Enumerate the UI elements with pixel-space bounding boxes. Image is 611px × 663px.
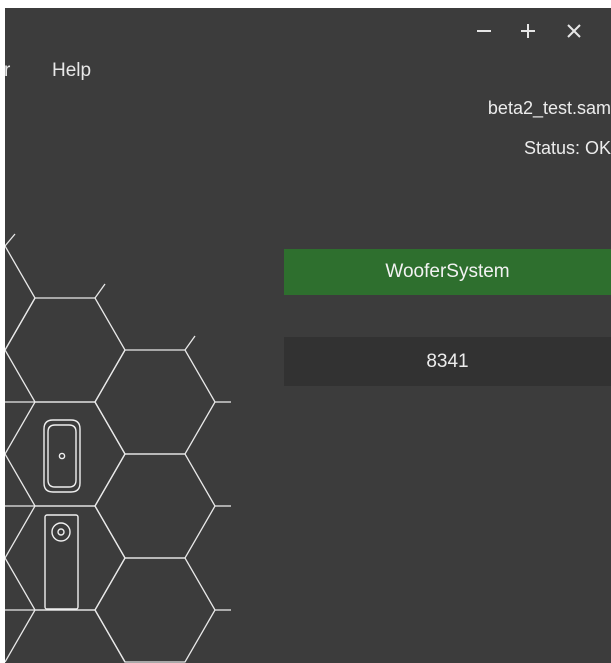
woofer-system-button[interactable]: WooferSystem xyxy=(284,249,611,295)
hex-cell xyxy=(94,453,216,559)
hex-cell xyxy=(94,349,216,455)
hex-cell xyxy=(5,297,126,403)
hex-grid-panel xyxy=(5,233,231,663)
minimize-icon xyxy=(477,30,491,32)
hex-spoke xyxy=(94,283,106,299)
hex-cell xyxy=(5,609,126,663)
woofer-speaker-icon[interactable] xyxy=(43,419,81,493)
close-button[interactable] xyxy=(561,18,587,44)
plus-icon xyxy=(521,24,535,38)
hex-cell xyxy=(5,505,126,611)
close-icon xyxy=(567,24,581,38)
system-value-display: 8341 xyxy=(284,337,611,386)
file-name-label: beta2_test.sam xyxy=(487,98,611,118)
hex-cell xyxy=(94,557,216,663)
window-controls xyxy=(471,18,611,44)
tall-speaker-icon[interactable] xyxy=(44,514,79,610)
hex-spoke xyxy=(184,335,196,351)
hex-spoke xyxy=(5,233,16,247)
hex-cell xyxy=(5,245,36,351)
status-label: Status: OK xyxy=(523,138,611,158)
maximize-button[interactable] xyxy=(515,18,541,44)
hex-cell xyxy=(5,401,126,507)
woofer-system-button-label: WooferSystem xyxy=(385,261,510,282)
hex-cell xyxy=(5,401,35,611)
system-value-text: 8341 xyxy=(426,350,469,372)
minimize-button[interactable] xyxy=(471,18,497,44)
app-window: r Help beta2_test.sam Status: OK WooferS… xyxy=(5,8,611,663)
hex-grid-lines xyxy=(5,233,231,663)
